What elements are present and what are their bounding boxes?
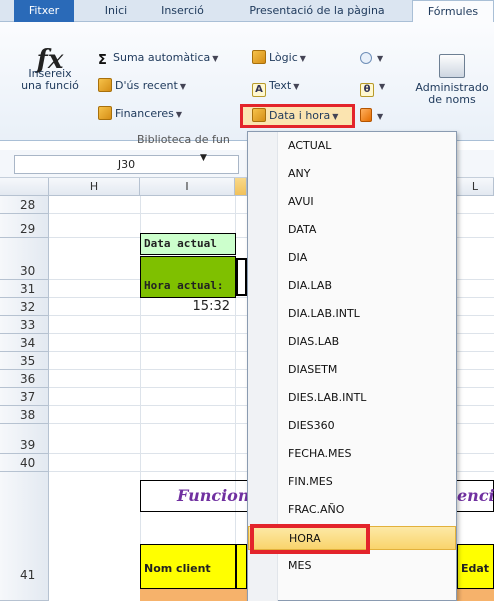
- menu-item-dia-lab[interactable]: DIA.LAB: [248, 274, 456, 298]
- chevron-down-icon: ▼: [332, 112, 339, 121]
- menu-item-actual[interactable]: ACTUAL: [248, 134, 456, 158]
- tab-insert[interactable]: Inserció: [150, 0, 215, 22]
- recently-used-button[interactable]: D'ús recent ▼: [98, 76, 186, 96]
- chevron-down-icon: ▼: [175, 110, 183, 119]
- menu-item-dies-lab-intl[interactable]: DIES.LAB.INTL: [248, 386, 456, 410]
- row-header-36[interactable]: 36: [0, 370, 49, 388]
- row-header-41[interactable]: 41: [0, 472, 49, 601]
- lookup-button[interactable]: ▼: [360, 48, 383, 68]
- group-label-function-library: Biblioteca de fun: [137, 133, 230, 146]
- cell-j30-selected[interactable]: [236, 258, 247, 296]
- cell-edat-header[interactable]: Edat: [457, 544, 494, 589]
- row-header-29[interactable]: 29: [0, 214, 49, 238]
- book-icon: [98, 106, 112, 120]
- tab-home[interactable]: Inici: [96, 0, 136, 22]
- insert-function-button[interactable]: fx Insereix una funció: [10, 45, 90, 92]
- menu-item-any[interactable]: ANY: [248, 162, 456, 186]
- menu-item-mes[interactable]: MES: [248, 554, 456, 578]
- calendar-icon: [252, 108, 266, 122]
- tab-formulas[interactable]: Fórmules: [412, 0, 494, 23]
- column-header-j[interactable]: [235, 178, 247, 196]
- menu-item-dia-lab-intl[interactable]: DIA.LAB.INTL: [248, 302, 456, 326]
- row-header-35[interactable]: 35: [0, 352, 49, 370]
- ribbon-formulas: fx Insereix una funció Σ Suma automàtica ▼…: [0, 22, 494, 146]
- more-functions-button[interactable]: ▼: [360, 106, 383, 126]
- menu-item-avui[interactable]: AVUI: [248, 190, 456, 214]
- datetime-button[interactable]: Data i hora ▼: [252, 106, 338, 126]
- row-header-34[interactable]: 34: [0, 334, 49, 352]
- hora-highlight-box: [250, 524, 370, 554]
- row-header-30[interactable]: 30: [0, 238, 49, 280]
- select-all-corner[interactable]: [0, 178, 49, 196]
- ribbon-tab-bar: Fitxer Inici Inserció Presentació de la …: [0, 0, 494, 23]
- row-header-38[interactable]: 38: [0, 406, 49, 424]
- book-icon: [98, 78, 112, 92]
- cell-time-value[interactable]: 15:32: [140, 298, 235, 316]
- row-header-40[interactable]: 40: [0, 454, 49, 472]
- fx-icon: fx: [36, 45, 64, 75]
- chevron-down-icon: ▼: [299, 54, 306, 63]
- row-header-39[interactable]: 39: [0, 424, 49, 454]
- chevron-down-icon: ▼: [179, 82, 186, 91]
- cell-hora-actual-label[interactable]: Hora actual:: [140, 256, 236, 298]
- chevron-down-icon[interactable]: ▼: [200, 153, 207, 163]
- menu-item-frac-ano[interactable]: FRAC.AÑO: [248, 498, 456, 522]
- cell-data-actual-label[interactable]: Data actual: [140, 233, 236, 255]
- chevron-down-icon: ▼: [377, 112, 384, 121]
- chevron-down-icon: ▼: [212, 54, 219, 63]
- row-header-37[interactable]: 37: [0, 388, 49, 406]
- cell-orange-row[interactable]: [457, 589, 494, 601]
- menu-item-dia[interactable]: DIA: [248, 246, 456, 270]
- row-header-32[interactable]: 32: [0, 298, 49, 316]
- menu-item-dies360[interactable]: DIES360: [248, 414, 456, 438]
- chevron-down-icon: ▼: [377, 54, 384, 63]
- menu-item-fecha-mes[interactable]: FECHA.MES: [248, 442, 456, 466]
- cell-yellow-header[interactable]: [236, 544, 247, 589]
- tab-page-layout[interactable]: Presentació de la pàgina: [228, 0, 406, 22]
- text-a-icon: A: [252, 83, 266, 97]
- text-button[interactable]: A Text ▼: [252, 76, 300, 97]
- math-button[interactable]: θ ▼: [360, 76, 386, 97]
- menu-item-dias-lab[interactable]: DIAS.LAB: [248, 330, 456, 354]
- more-functions-icon: [360, 108, 372, 122]
- cell-title-right[interactable]: encia: [457, 480, 494, 512]
- financial-button[interactable]: Financeres ▼: [98, 104, 182, 124]
- autosum-button[interactable]: Σ Suma automàtica ▼: [98, 48, 218, 68]
- row-header-33[interactable]: 33: [0, 316, 49, 334]
- name-manager-button[interactable]: Administrado de noms: [410, 54, 494, 106]
- column-header-h[interactable]: H: [49, 178, 140, 196]
- name-manager-icon: [439, 54, 465, 78]
- row-header-31[interactable]: 31: [0, 280, 49, 298]
- menu-item-data[interactable]: DATA: [248, 218, 456, 242]
- cell-title-left[interactable]: Funcion: [140, 480, 249, 512]
- column-header-l[interactable]: L: [457, 178, 494, 196]
- chevron-down-icon: ▼: [379, 82, 386, 91]
- book-icon: [252, 50, 266, 64]
- tab-file[interactable]: Fitxer: [14, 0, 74, 22]
- menu-item-fin-mes[interactable]: FIN.MES: [248, 470, 456, 494]
- logical-button[interactable]: Lògic ▼: [252, 48, 306, 68]
- column-header-i[interactable]: I: [140, 178, 235, 196]
- row-header-28[interactable]: 28: [0, 196, 49, 214]
- lookup-icon: [360, 52, 372, 64]
- sigma-icon: Σ: [98, 53, 107, 68]
- cell-nom-client-header[interactable]: Nom client: [140, 544, 236, 589]
- cell-orange-row[interactable]: [140, 589, 247, 601]
- menu-item-diasetm[interactable]: DIASETM: [248, 358, 456, 382]
- theta-icon: θ: [360, 83, 374, 97]
- chevron-down-icon: ▼: [293, 82, 300, 91]
